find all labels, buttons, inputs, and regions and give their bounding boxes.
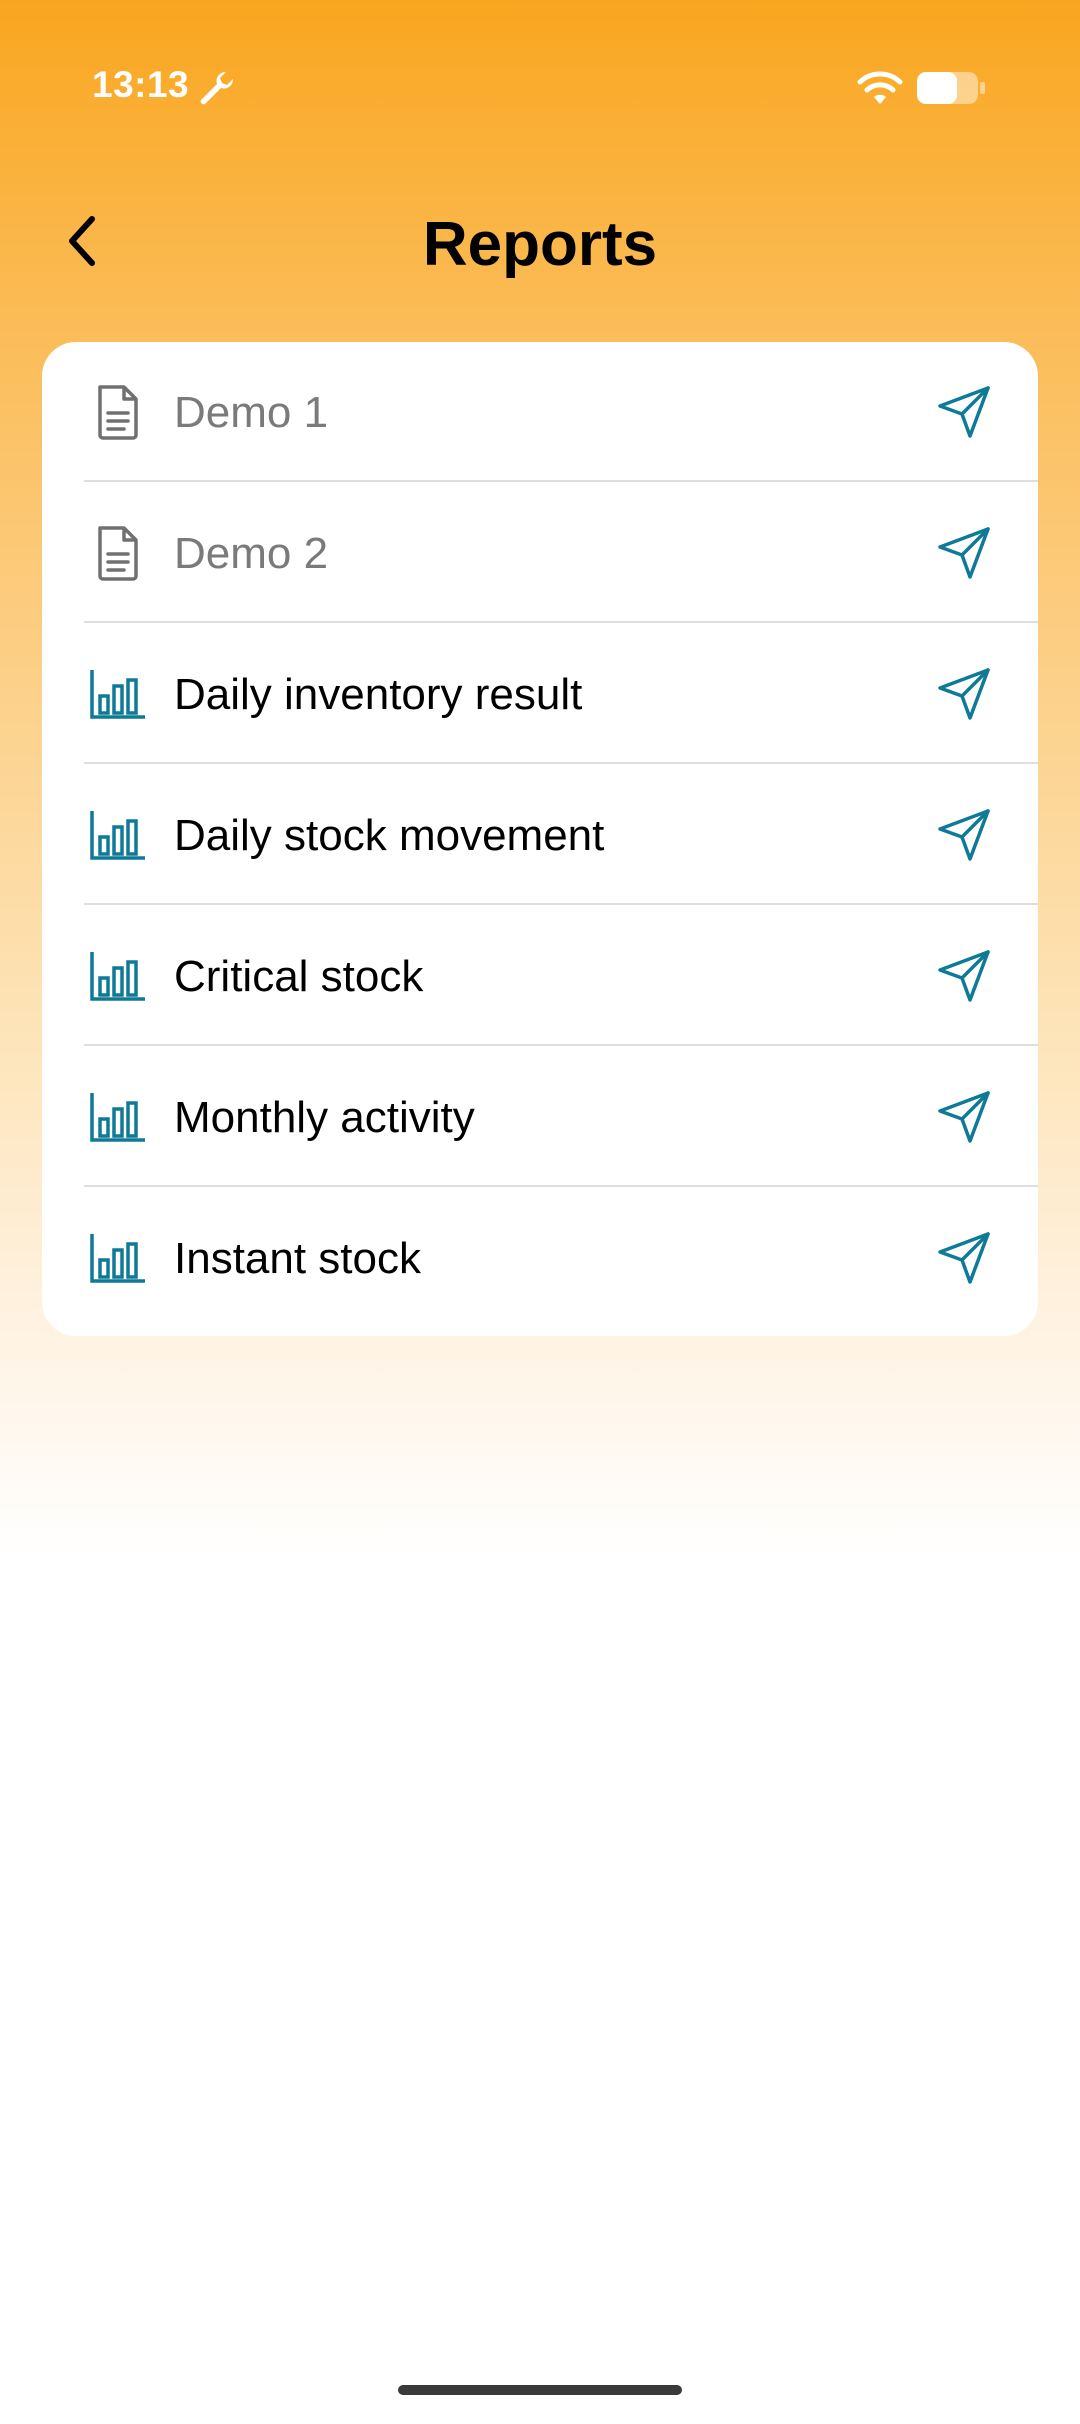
send-icon xyxy=(936,666,992,722)
send-report-button[interactable] xyxy=(932,380,996,444)
row-divider xyxy=(84,903,1038,905)
send-icon xyxy=(936,525,992,581)
report-row[interactable]: Daily stock movement xyxy=(42,765,1038,905)
wrench-icon xyxy=(200,71,234,105)
report-label: Critical stock xyxy=(174,952,424,1001)
send-report-button[interactable] xyxy=(932,944,996,1008)
send-report-button[interactable] xyxy=(932,521,996,585)
battery-icon xyxy=(917,72,985,104)
bar-chart-icon xyxy=(82,1081,154,1153)
row-divider xyxy=(84,621,1038,623)
report-row[interactable]: Demo 1 xyxy=(42,342,1038,482)
bar-chart-icon xyxy=(82,658,154,730)
report-label: Demo 2 xyxy=(174,529,329,578)
document-icon xyxy=(82,376,154,448)
report-row[interactable]: Monthly activity xyxy=(42,1047,1038,1187)
row-divider xyxy=(84,480,1038,482)
send-report-button[interactable] xyxy=(932,803,996,867)
row-divider xyxy=(84,1044,1038,1046)
report-label: Demo 1 xyxy=(174,388,329,437)
report-label: Daily stock movement xyxy=(174,811,605,860)
report-row[interactable]: Instant stock xyxy=(42,1188,1038,1328)
report-row[interactable]: Critical stock xyxy=(42,906,1038,1046)
send-icon xyxy=(936,384,992,440)
report-label: Daily inventory result xyxy=(174,670,583,719)
send-icon xyxy=(936,1089,992,1145)
send-icon xyxy=(936,948,992,1004)
status-bar: 13:13 xyxy=(0,0,1080,175)
send-report-button[interactable] xyxy=(932,662,996,726)
document-icon xyxy=(82,517,154,589)
report-row[interactable]: Demo 2 xyxy=(42,483,1038,623)
send-icon xyxy=(936,1230,992,1286)
report-row[interactable]: Daily inventory result xyxy=(42,624,1038,764)
send-report-button[interactable] xyxy=(932,1226,996,1290)
report-label: Instant stock xyxy=(174,1234,422,1283)
send-report-button[interactable] xyxy=(932,1085,996,1149)
reports-list: Demo 1 Demo 2 Daily inventory result Daily … xyxy=(42,342,1038,1336)
home-indicator xyxy=(398,2385,682,2395)
wifi-icon xyxy=(857,71,903,104)
bar-chart-icon xyxy=(82,940,154,1012)
row-divider xyxy=(84,1185,1038,1187)
report-label: Monthly activity xyxy=(174,1093,475,1142)
status-time: 13:13 xyxy=(92,64,190,105)
send-icon xyxy=(936,807,992,863)
bar-chart-icon xyxy=(82,1222,154,1294)
page-title: Reports xyxy=(422,210,658,279)
bar-chart-icon xyxy=(82,799,154,871)
row-divider xyxy=(84,762,1038,764)
